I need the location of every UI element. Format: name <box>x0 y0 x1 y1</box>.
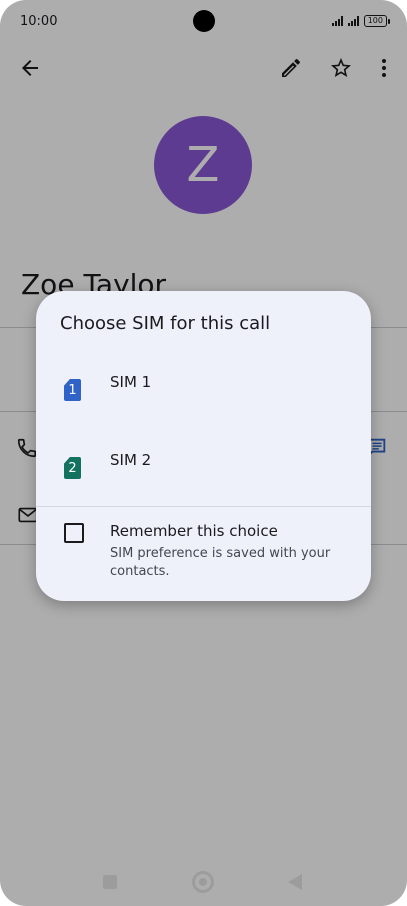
remember-title: Remember this choice <box>110 522 278 540</box>
sim-label: SIM 1 <box>110 373 152 391</box>
remember-checkbox[interactable] <box>64 523 84 543</box>
dialog-divider <box>36 506 371 507</box>
remember-choice-row[interactable]: Remember this choice SIM preference is s… <box>36 513 371 583</box>
dialog-title: Choose SIM for this call <box>60 313 271 334</box>
phone-screen: 10:00 100 Z Zoe Taylor Choose SIM for th… <box>0 0 407 906</box>
sim-label: SIM 2 <box>110 451 152 469</box>
choose-sim-dialog: Choose SIM for this call 1 SIM 1 2 SIM 2… <box>36 291 371 601</box>
sim-option-1[interactable]: 1 SIM 1 <box>36 351 371 427</box>
remember-description: SIM preference is saved with your contac… <box>110 546 331 579</box>
sim-card-icon: 1 <box>64 379 81 401</box>
sim-option-2[interactable]: 2 SIM 2 <box>36 429 371 505</box>
sim-card-icon: 2 <box>64 457 81 479</box>
